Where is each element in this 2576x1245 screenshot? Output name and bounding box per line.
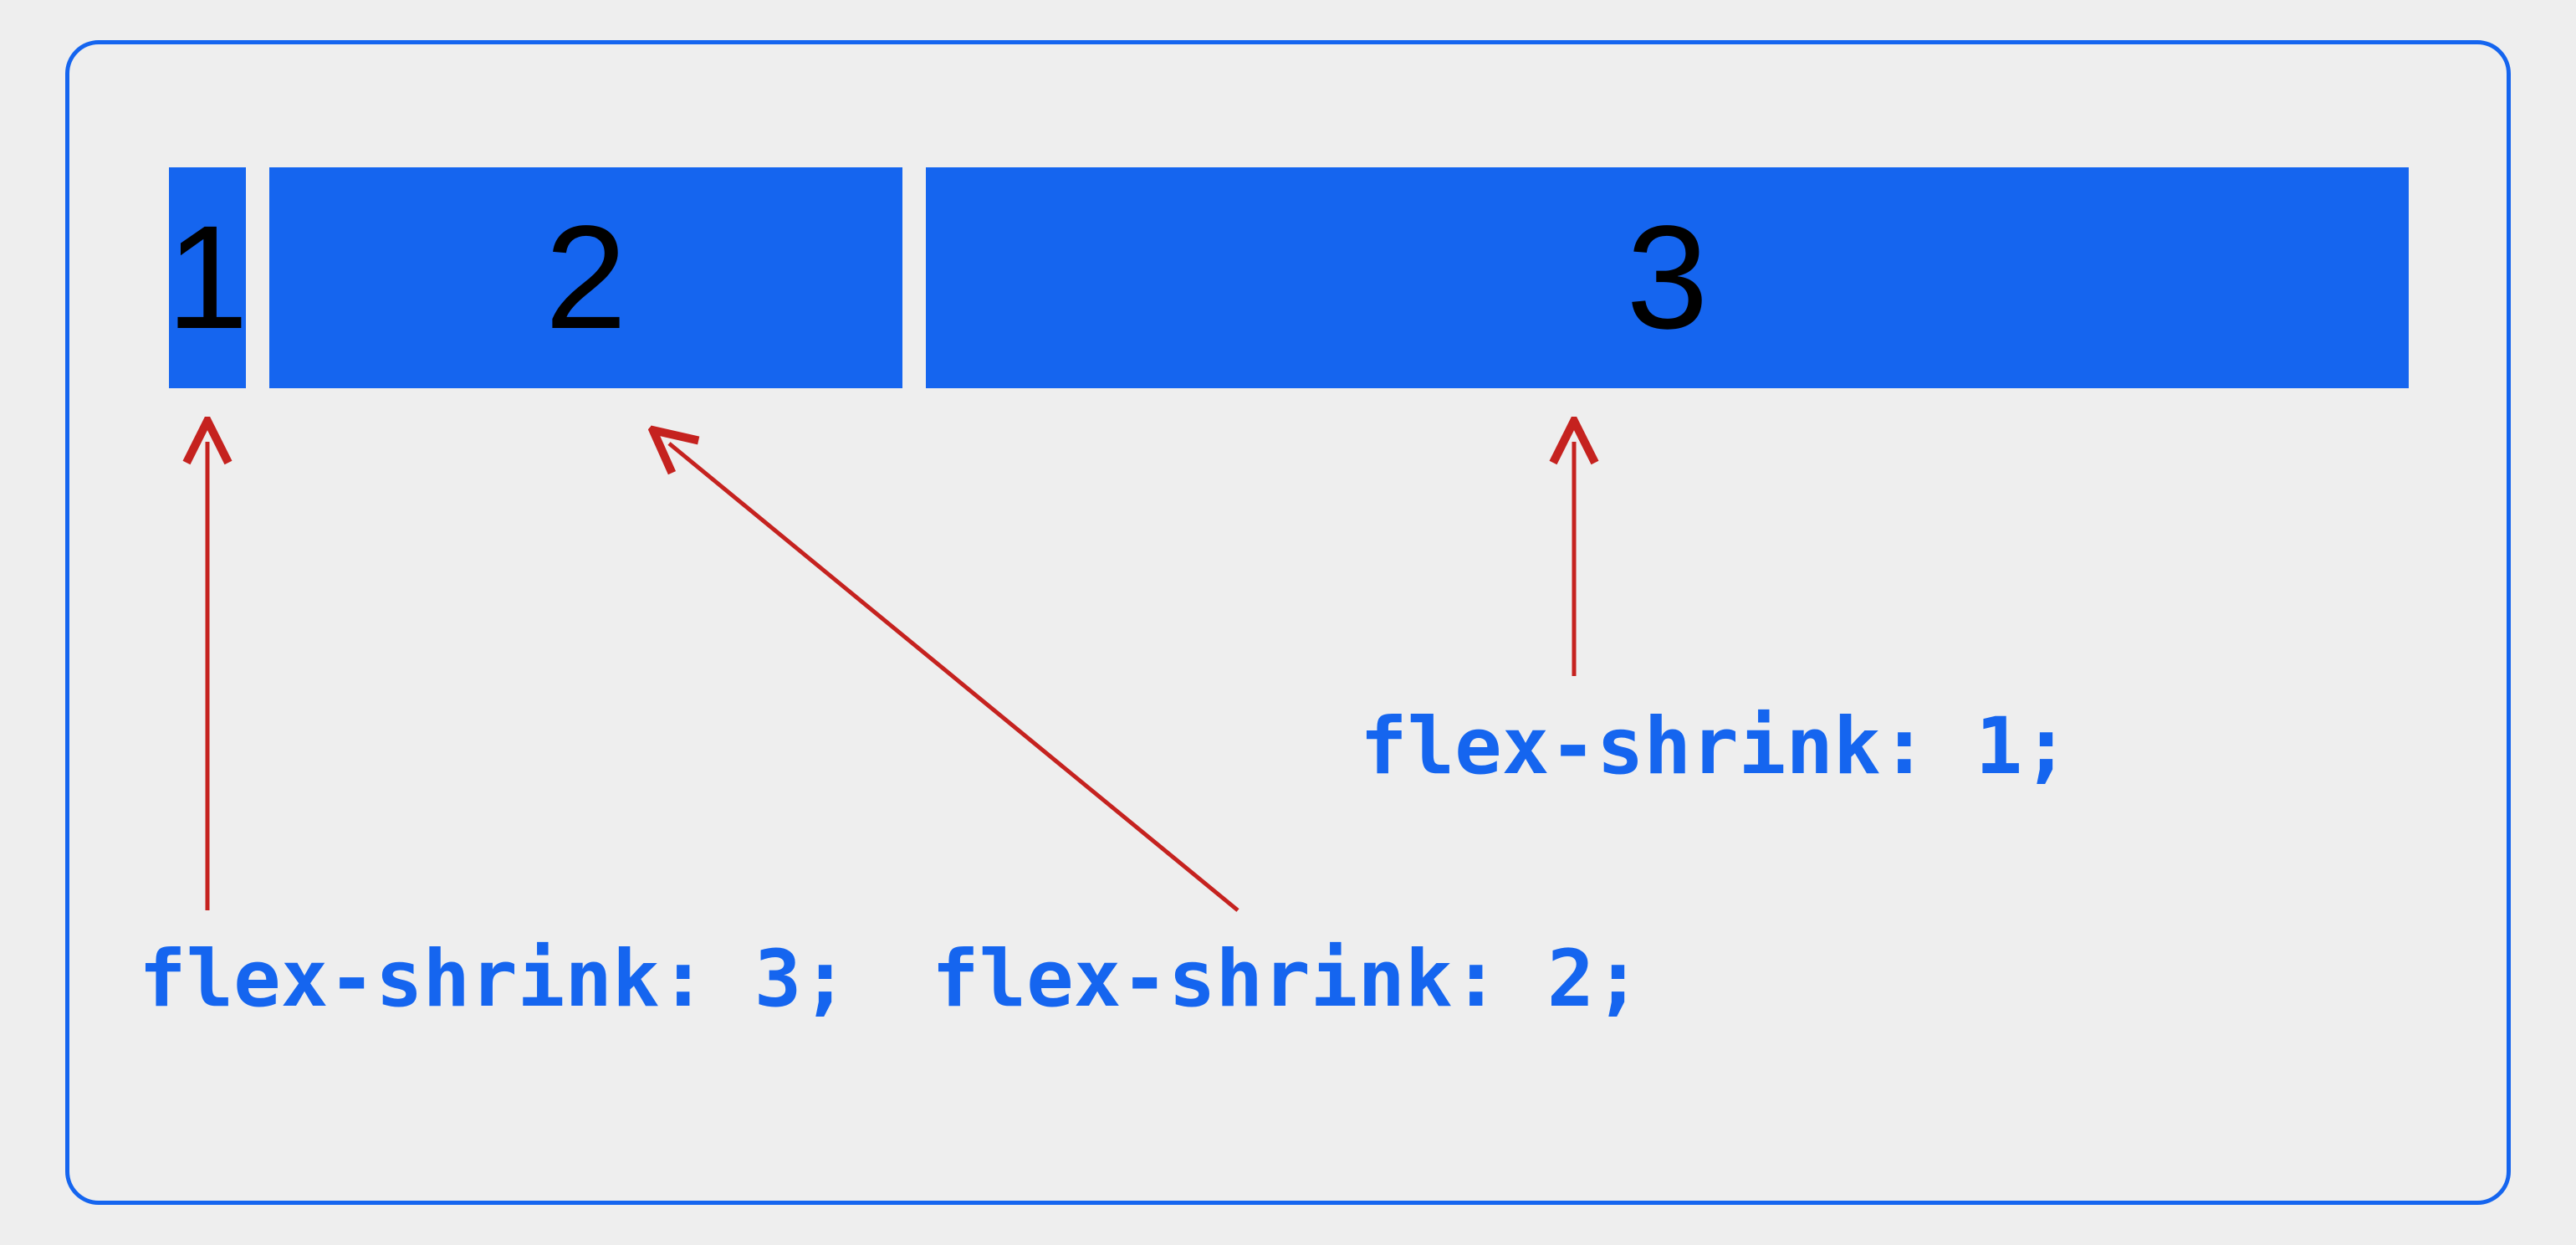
- flex-item-1: 1: [169, 167, 246, 388]
- flex-item-3: 3: [926, 167, 2409, 388]
- flex-container: 1 2 3: [169, 167, 2409, 388]
- flex-item-2: 2: [269, 167, 902, 388]
